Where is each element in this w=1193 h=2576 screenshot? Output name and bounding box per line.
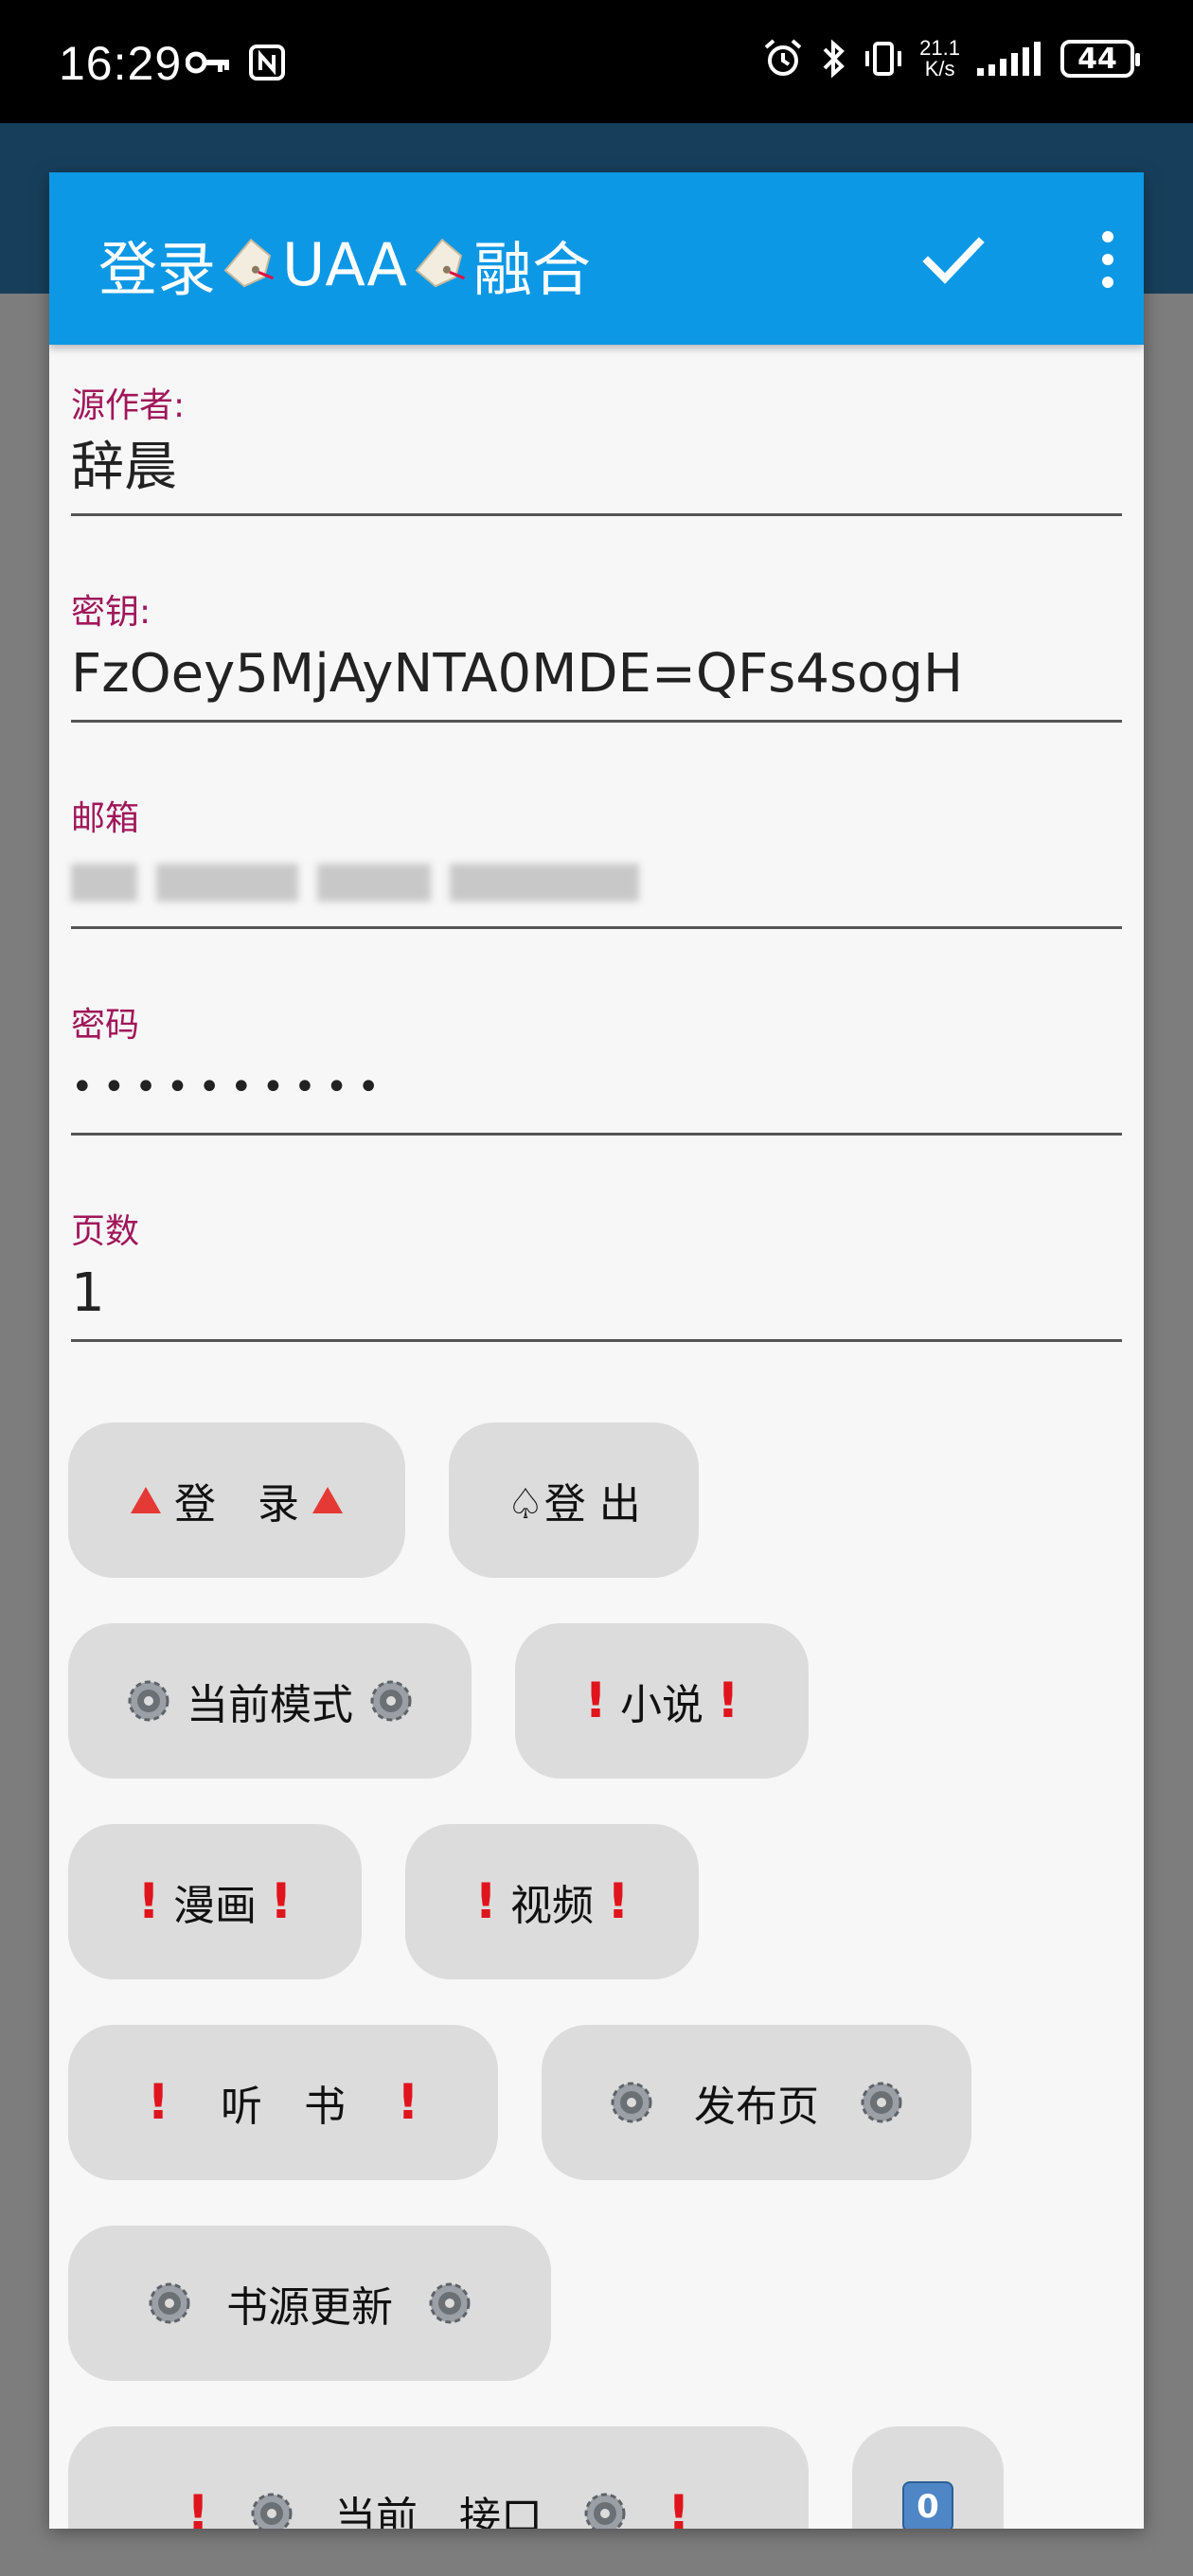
source-update-label: 书源更新 [226,2283,393,2332]
signal-icon [977,42,1041,76]
password-field[interactable]: 密码 •••••••••• [71,1002,1122,1136]
novel-label: 小说 [620,1681,703,1729]
email-input-redacted[interactable] [71,843,1122,919]
email-field[interactable]: 邮箱 [71,796,1122,929]
current-api-button[interactable]: ! 当前 接口 ! [68,2426,809,2529]
title-part-login: 登录 [98,235,217,304]
net-speed-value: 21.1 [919,36,960,60]
audiobook-label: 听 书 [221,2083,346,2131]
field-underline [71,513,1122,516]
redaction-block [156,864,298,902]
gear-icon [429,2282,471,2324]
audiobook-button[interactable]: ! 听 书 ! [68,2025,498,2180]
exclamation-icon: ! [397,2074,419,2131]
alarm-icon [764,39,802,76]
author-label: 源作者: [71,386,186,425]
more-vert-icon[interactable] [1096,229,1119,290]
field-underline [71,926,1122,929]
pages-label: 页数 [71,1212,140,1251]
gear-icon [149,2282,190,2324]
key-field[interactable]: 密钥: FzOey5MjAyNTA0MDE=QFs4sogH [71,589,1122,723]
comic-label: 漫画 [173,1882,257,1930]
logout-button[interactable]: ♤登 出 [449,1422,699,1578]
field-underline [71,1133,1122,1136]
bluetooth-icon [823,39,846,79]
exclamation-icon: ! [668,2485,690,2529]
author-field[interactable]: 源作者: 辞晨 [71,383,1122,516]
field-underline [71,720,1122,723]
dialog-toolbar: 登录 UAA 融合 [49,172,1144,345]
key-icon [186,51,229,74]
number-badge-icon: 0 [902,2481,953,2529]
exclamation-icon: ! [607,1873,630,1930]
check-icon[interactable] [918,225,987,294]
gear-icon [611,2082,652,2123]
login-button[interactable]: 登 录 [68,1422,405,1578]
exclamation-icon: ! [147,2074,169,2131]
api-number-button[interactable]: 0 [852,2426,1004,2529]
comic-button[interactable]: ! 漫画 ! [68,1824,362,1979]
exclamation-icon: ! [474,1873,497,1930]
gear-icon [861,2082,902,2123]
current-mode-label: 当前模式 [187,1681,353,1729]
field-underline [71,1339,1122,1342]
login-dialog: 登录 UAA 融合 源作者: 辞晨 密钥: FzOey5MjAyNTA0MDE=… [49,172,1144,2529]
current-mode-button[interactable]: 当前模式 [68,1623,472,1779]
password-input[interactable]: •••••••••• [71,1049,1122,1125]
tag-icon [223,238,275,288]
status-time: 16:29 [59,37,183,90]
video-button[interactable]: ! 视频 ! [405,1824,699,1979]
publish-page-button[interactable]: 发布页 [542,2025,971,2180]
pages-field[interactable]: 页数 1 [71,1208,1122,1342]
pages-input[interactable]: 1 [71,1256,1122,1332]
status-left-icons [186,44,286,81]
redaction-block [450,864,639,902]
video-label: 视频 [510,1882,594,1930]
publish-page-label: 发布页 [694,2083,819,2131]
gear-icon [128,1680,169,1722]
title-part-merge: 融合 [472,235,591,304]
gear-icon [584,2493,626,2529]
title-part-uaa: UAA [282,229,407,299]
net-speed: 21.1 K/s [919,38,960,80]
nfc-icon [249,45,285,80]
net-speed-unit: K/s [924,57,955,80]
logout-label: ♤登 出 [507,1480,641,1529]
author-input[interactable]: 辞晨 [71,430,1122,506]
redaction-block [71,864,137,902]
gear-icon [370,1680,412,1722]
redaction-block [317,864,431,902]
exclamation-icon: ! [187,2485,209,2529]
exclamation-icon: ! [137,1873,160,1930]
red-triangle-icon [131,1487,161,1513]
password-label: 密码 [71,1006,140,1045]
battery-icon: 44 [1060,40,1140,78]
status-bar: 16:29 21.1 K/s 44 [0,0,1193,123]
status-right-icons: 21.1 K/s 44 [762,38,1140,80]
email-label: 邮箱 [71,799,140,838]
gear-icon [251,2493,293,2529]
login-label: 登 录 [174,1480,299,1529]
current-api-label: 当前 接口 [334,2494,543,2529]
exclamation-icon: ! [584,1673,607,1729]
exclamation-icon: ! [717,1673,739,1729]
red-triangle-icon [312,1487,343,1513]
source-update-button[interactable]: 书源更新 [68,2226,551,2381]
exclamation-icon: ! [270,1873,293,1930]
key-label: 密钥: [71,593,151,632]
key-input[interactable]: FzOey5MjAyNTA0MDE=QFs4sogH [71,636,1122,712]
novel-button[interactable]: ! 小说 ! [515,1623,809,1779]
dialog-title: 登录 UAA 融合 [98,222,591,307]
vibrate-icon [865,42,902,76]
tag-icon [415,238,465,288]
